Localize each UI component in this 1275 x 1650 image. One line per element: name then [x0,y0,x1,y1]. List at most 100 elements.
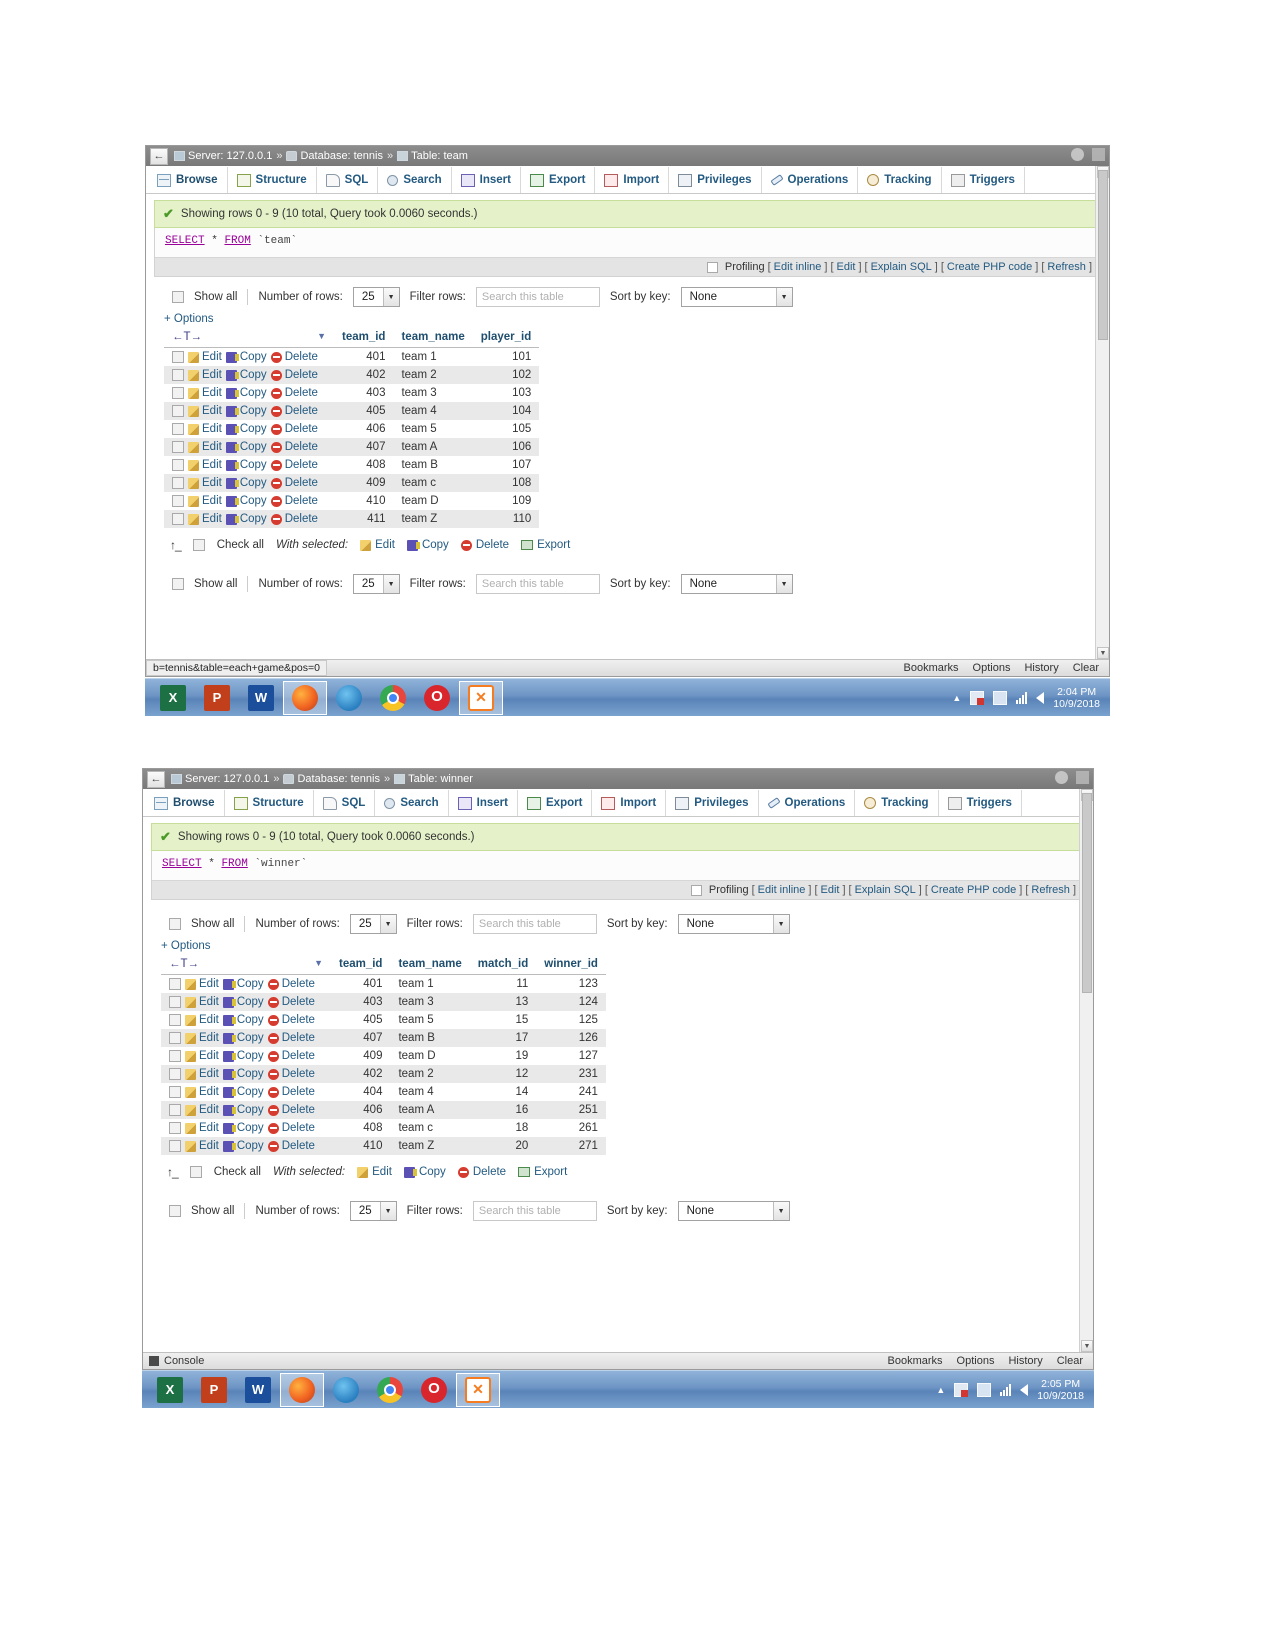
with-selected-export-1[interactable]: Export [521,539,570,551]
show-all-checkbox-1[interactable] [172,291,184,303]
tab-search-2[interactable]: Search [375,790,449,816]
delete-link[interactable]: Delete [282,1014,315,1026]
keyboard-language-icon-2[interactable] [954,1382,969,1397]
explain-sql-link-2[interactable]: Explain SQL [855,884,916,896]
copy-link[interactable]: Copy [237,1140,264,1152]
table-row[interactable]: Edit Copy Delete 407 team A 106 [164,438,540,456]
volume-icon-1[interactable] [1036,691,1045,704]
edit-link[interactable]: Edit [199,978,219,990]
breadcrumb-server-value-2[interactable]: 127.0.0.1 [223,773,269,785]
table-row[interactable]: Edit Copy Delete 404 team 4 14 241 [161,1083,606,1101]
volume-icon-2[interactable] [1020,1383,1029,1396]
taskbar-chrome-button-2[interactable] [368,1373,412,1407]
sort-direction-header-1[interactable]: ←T→ ▼ [164,328,334,348]
copy-link[interactable]: Copy [237,1032,264,1044]
copy-link[interactable]: Copy [237,1086,264,1098]
delete-link[interactable]: Delete [282,1122,315,1134]
tab-bar-2[interactable]: Browse Structure SQL Search Insert Expor… [143,789,1093,817]
taskbar-powerpoint-button-1[interactable]: P [195,681,239,715]
show-all-checkbox-bottom-1[interactable] [172,578,184,590]
chevron-down-icon-header-1[interactable]: ▼ [317,331,326,341]
copy-link[interactable]: Copy [237,1068,264,1080]
number-of-rows-select-2[interactable]: 25 ▼ [349,914,397,934]
row-checkbox[interactable] [172,459,184,471]
taskbar-thunderbird-button-2[interactable] [324,1373,368,1407]
row-checkbox[interactable] [172,369,184,381]
action-center-icon-2[interactable] [977,1382,992,1397]
delete-link[interactable]: Delete [282,1050,315,1062]
with-selected-delete-2[interactable]: Delete [457,1166,506,1178]
tab-structure-1[interactable]: Structure [227,167,317,193]
edit-link[interactable]: Edit [199,1104,219,1116]
action-center-icon-1[interactable] [993,690,1008,705]
row-checkbox[interactable] [169,1104,181,1116]
edit-link[interactable]: Edit [202,351,222,363]
table-row[interactable]: Edit Copy Delete 401 team 1 11 123 [161,974,606,993]
column-header-player-id-1[interactable]: player_id [472,328,540,348]
minimize-icon-1[interactable] [1092,148,1105,161]
network-signal-icon-2[interactable] [1000,1383,1012,1396]
delete-link[interactable]: Delete [282,1086,315,1098]
table-row[interactable]: Edit Copy Delete 406 team A 16 251 [161,1101,606,1119]
row-checkbox[interactable] [169,1032,181,1044]
sql-query-text-2[interactable]: SELECT * FROM `winner` [152,851,1084,880]
delete-link[interactable]: Delete [282,1140,315,1152]
table-row[interactable]: Edit Copy Delete 409 team D 19 127 [161,1047,606,1065]
scroll-down-arrow-2[interactable]: ▼ [1081,1340,1093,1352]
copy-link[interactable]: Copy [240,405,267,417]
tab-sql-1[interactable]: SQL [316,167,379,193]
column-header-winner-id-2[interactable]: winner_id [536,955,606,975]
scroll-down-arrow-1[interactable]: ▼ [1097,647,1109,659]
sort-direction-header-2[interactable]: ←T→ ▼ [161,955,331,975]
taskbar-xampp-button-2[interactable]: ✕ [456,1372,500,1407]
tab-tracking-2[interactable]: Tracking [855,790,939,816]
delete-link[interactable]: Delete [282,1068,315,1080]
edit-inline-link-1[interactable]: Edit inline [774,261,822,273]
copy-link[interactable]: Copy [237,1014,264,1026]
copy-link[interactable]: Copy [240,441,267,453]
taskbar-opera-button-1[interactable] [415,681,459,715]
breadcrumb-table-value-2[interactable]: winner [440,773,472,785]
sql-query-text-1[interactable]: SELECT * FROM `team` [155,228,1100,257]
column-header-team-id-2[interactable]: team_id [331,955,391,975]
column-header-team-name-2[interactable]: team_name [390,955,470,975]
edit-link[interactable]: Edit [199,1086,219,1098]
row-checkbox[interactable] [169,1014,181,1026]
sort-by-key-select-bottom-1[interactable]: None ▼ [680,574,793,594]
check-all-label-1[interactable]: Check all [217,539,264,551]
edit-link[interactable]: Edit [199,1122,219,1134]
delete-link[interactable]: Delete [285,495,318,507]
edit-link[interactable]: Edit [202,423,222,435]
select-all-arrow-icon-2[interactable]: ↑_ [167,1165,179,1179]
edit-link[interactable]: Edit [202,513,222,525]
show-all-checkbox-bottom-2[interactable] [169,1205,181,1217]
copy-link[interactable]: Copy [237,1104,264,1116]
table-row[interactable]: Edit Copy Delete 403 team 3 103 [164,384,540,402]
breadcrumb-server-value-1[interactable]: 127.0.0.1 [226,150,272,162]
edit-link[interactable]: Edit [199,1050,219,1062]
taskbar-excel-button-2[interactable]: X [148,1373,192,1407]
tab-bar-1[interactable]: Browse Structure SQL Search Insert Expor… [146,166,1109,194]
copy-link[interactable]: Copy [237,1122,264,1134]
scrollbar-thumb-1[interactable] [1098,170,1108,340]
taskbar-chrome-button-1[interactable] [371,681,415,715]
edit-link[interactable]: Edit [199,1068,219,1080]
row-checkbox[interactable] [169,1122,181,1134]
with-selected-edit-1[interactable]: Edit [360,539,395,551]
filter-rows-input-1[interactable]: Search this table [475,287,600,307]
edit-link[interactable]: Edit [202,477,222,489]
edit-link[interactable]: Edit [199,1032,219,1044]
tab-operations-1[interactable]: Operations [761,167,859,193]
clear-link-1[interactable]: Clear [1073,662,1099,674]
chevron-down-icon-header-2[interactable]: ▼ [314,958,323,968]
create-php-code-link-2[interactable]: Create PHP code [931,884,1016,896]
delete-link[interactable]: Delete [282,996,315,1008]
table-row[interactable]: Edit Copy Delete 411 team Z 110 [164,510,540,528]
tab-browse-1[interactable]: Browse [148,167,228,193]
gear-icon-1[interactable] [1071,148,1084,161]
copy-link[interactable]: Copy [237,1050,264,1062]
table-row[interactable]: Edit Copy Delete 406 team 5 105 [164,420,540,438]
copy-link[interactable]: Copy [240,423,267,435]
profiling-checkbox-1[interactable] [706,261,718,273]
delete-link[interactable]: Delete [282,1104,315,1116]
